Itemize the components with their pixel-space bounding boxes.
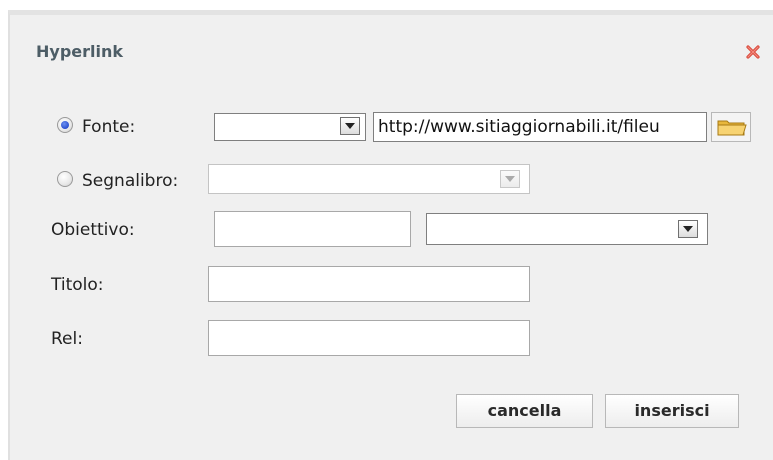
insert-button[interactable]: inserisci: [605, 394, 739, 428]
radio-selected-dot: [61, 121, 69, 129]
obiettivo-select[interactable]: [426, 213, 708, 245]
obiettivo-input[interactable]: [214, 211, 411, 247]
rel-input[interactable]: [208, 320, 530, 356]
titolo-label: Titolo:: [51, 275, 104, 295]
chevron-down-icon: [505, 176, 515, 182]
segnalibro-label: Segnalibro:: [82, 171, 179, 191]
titolo-input[interactable]: [208, 266, 530, 302]
chevron-down-icon: [345, 123, 355, 129]
cancel-button[interactable]: cancella: [456, 394, 593, 428]
obiettivo-dropdown-button[interactable]: [678, 220, 698, 238]
segnalibro-dropdown-button[interactable]: [500, 170, 520, 188]
url-input[interactable]: http://www.sitiaggiornabili.it/fileu: [373, 112, 707, 142]
fonte-label: Fonte:: [82, 117, 136, 137]
obiettivo-label: Obiettivo:: [51, 220, 135, 240]
folder-icon[interactable]: [711, 112, 751, 142]
segnalibro-select[interactable]: [208, 164, 530, 194]
segnalibro-radio[interactable]: [57, 171, 73, 187]
close-icon[interactable]: [745, 44, 761, 60]
fonte-radio[interactable]: [57, 117, 73, 133]
protocol-dropdown-button[interactable]: [340, 117, 360, 135]
rel-label: Rel:: [51, 329, 83, 349]
chevron-down-icon: [683, 226, 693, 232]
dialog-title: Hyperlink: [36, 42, 124, 61]
